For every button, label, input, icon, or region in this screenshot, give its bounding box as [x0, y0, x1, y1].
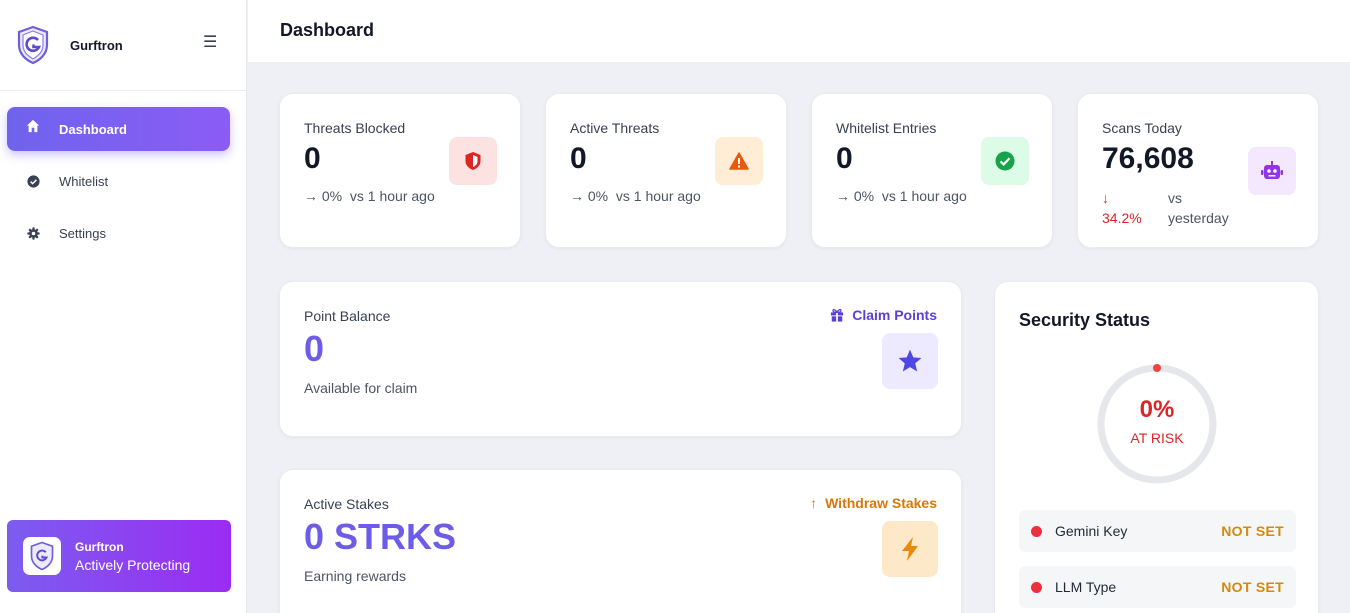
active-stakes-card: Active Stakes 0 STRKS Earning rewards ↑ … — [279, 469, 962, 613]
trend-value: → 0% — [304, 188, 343, 204]
page-title: Dashboard — [280, 20, 375, 40]
security-gauge: 0% AT RISK — [1093, 360, 1221, 488]
gauge-indicator — [1153, 364, 1161, 372]
sidebar-item-label: Settings — [59, 225, 106, 241]
sidebar-nav: Dashboard Whitelist Settings — [0, 91, 246, 255]
point-balance-label: Point Balance — [304, 308, 391, 324]
status-dot — [1031, 581, 1042, 593]
security-item-value: NOT SET — [1221, 579, 1284, 595]
status-dot — [1031, 525, 1042, 537]
gurftron-logo — [23, 537, 61, 575]
sidebar-item-whitelist[interactable]: Whitelist — [7, 159, 230, 203]
sidebar-item-settings[interactable]: Settings — [7, 211, 230, 255]
trend-value: → 0% — [570, 188, 609, 204]
warning-triangle-icon — [715, 137, 763, 185]
trend-compare: vs 1 hour ago — [881, 188, 967, 204]
sidebar-header: Gurftron ☰ — [0, 0, 246, 91]
stat-trend-down: ↓ 34.2% — [1102, 188, 1142, 228]
protection-status-card: Gurftron Actively Protecting — [7, 520, 231, 592]
stat-label: Whitelist Entries — [836, 120, 937, 136]
top-header: Dashboard — [248, 0, 1350, 62]
stat-card-threats-blocked: Threats Blocked 0 → 0% vs 1 hour ago — [279, 93, 521, 248]
stat-card-whitelist-entries: Whitelist Entries 0 → 0% vs 1 hour ago — [811, 93, 1053, 248]
security-item-value: NOT SET — [1221, 523, 1284, 539]
security-item-name: LLM Type — [1055, 579, 1117, 595]
trend-compare: vs 1 hour ago — [615, 188, 701, 204]
stat-trend: → 0% vs 1 hour ago — [836, 188, 967, 204]
gauge-status: AT RISK — [1130, 430, 1184, 446]
home-icon — [25, 118, 41, 134]
arrow-down-icon: ↓ — [1102, 190, 1109, 206]
trend-compare: vs 1 hour ago — [349, 188, 435, 204]
security-item-llm-type: LLM Type NOT SET — [1019, 566, 1296, 608]
gurftron-logo[interactable] — [16, 25, 50, 65]
stat-card-scans-today: Scans Today 76,608 ↓ 34.2% vs yesterday — [1077, 93, 1319, 248]
stat-value: 76,608 — [1102, 142, 1194, 175]
stat-label: Threats Blocked — [304, 120, 406, 136]
security-status-title: Security Status — [1019, 310, 1151, 330]
claim-points-button[interactable]: Claim Points — [830, 307, 937, 323]
withdraw-stakes-button[interactable]: ↑ Withdraw Stakes — [810, 495, 937, 511]
robot-icon — [1248, 147, 1296, 195]
stat-trend: → 0% vs 1 hour ago — [570, 188, 701, 204]
check-circle-icon — [25, 173, 41, 189]
withdraw-stakes-label: Withdraw Stakes — [825, 495, 937, 511]
star-icon — [882, 333, 938, 389]
bolt-icon — [882, 521, 938, 577]
stat-value: 0 — [570, 142, 587, 175]
stat-trend: → 0% vs 1 hour ago — [304, 188, 435, 204]
gift-icon — [830, 308, 844, 322]
check-circle-icon — [981, 137, 1029, 185]
sidebar-item-label: Dashboard — [59, 121, 127, 137]
gear-icon — [25, 225, 41, 241]
trend-value: → 0% — [836, 188, 875, 204]
trend-compare: vs yesterday — [1168, 190, 1229, 226]
security-item-name: Gemini Key — [1055, 523, 1128, 539]
stat-value: 0 — [304, 142, 321, 175]
gauge-percent: 0% — [1139, 396, 1175, 423]
claim-points-label: Claim Points — [852, 307, 937, 323]
security-item-gemini-key: Gemini Key NOT SET — [1019, 510, 1296, 552]
security-status-card: Security Status 0% AT RISK Gemini Key NO… — [994, 281, 1319, 613]
sidebar-item-label: Whitelist — [59, 173, 109, 189]
point-balance-sub: Available for claim — [304, 380, 418, 396]
app-name: Gurftron — [70, 37, 123, 53]
status-card-status: Actively Protecting — [75, 556, 191, 573]
active-stakes-value: 0 STRKS — [304, 516, 457, 557]
shield-icon — [449, 137, 497, 185]
menu-toggle-icon[interactable]: ☰ — [203, 35, 217, 51]
stat-value: 0 — [836, 142, 853, 175]
active-stakes-sub: Earning rewards — [304, 568, 406, 584]
point-balance-value: 0 — [304, 328, 325, 369]
point-balance-card: Point Balance 0 Available for claim Clai… — [279, 281, 962, 437]
stat-label: Active Threats — [570, 120, 660, 136]
status-card-name: Gurftron — [75, 539, 124, 554]
stat-card-active-threats: Active Threats 0 → 0% vs 1 hour ago — [545, 93, 787, 248]
trend-value: 34.2% — [1102, 210, 1142, 226]
active-stakes-label: Active Stakes — [304, 496, 389, 512]
stat-label: Scans Today — [1102, 120, 1182, 136]
sidebar-item-dashboard[interactable]: Dashboard — [7, 107, 230, 151]
arrow-up-icon: ↑ — [810, 495, 818, 511]
sidebar: Gurftron ☰ Dashboard Whitelist Settings … — [0, 0, 247, 613]
